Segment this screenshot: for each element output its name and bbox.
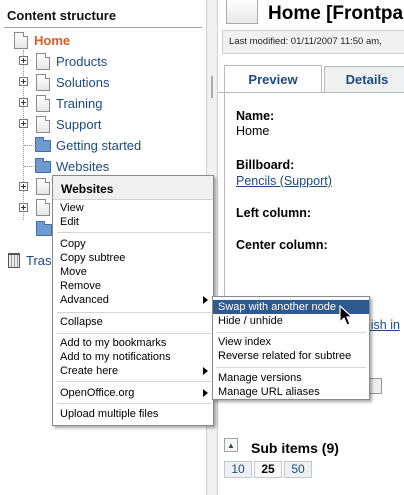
menu-item-label: OpenOffice.org <box>60 387 135 399</box>
page-icon <box>36 178 50 195</box>
billboard-link[interactable]: Pencils (Support) <box>236 174 332 188</box>
menu-separator <box>216 332 366 333</box>
menu-separator <box>57 312 211 313</box>
menu-item-remove[interactable]: Remove <box>53 279 213 293</box>
expand-icon[interactable] <box>19 56 28 65</box>
menu-item-manage-versions[interactable]: Manage versions <box>213 371 369 385</box>
menu-item-manage-url-aliases[interactable]: Manage URL aliases <box>213 385 369 399</box>
node-title: Home [Frontpag <box>268 3 404 24</box>
folder-icon <box>35 137 51 152</box>
menu-item-view[interactable]: View <box>53 201 213 215</box>
menu-item-reverse-related[interactable]: Reverse related for subtree <box>213 349 369 363</box>
tree-item-training[interactable]: Training <box>36 93 102 113</box>
center-column-label: Center column: <box>236 238 328 252</box>
tree-item-websites[interactable]: Websites <box>35 156 109 176</box>
submenu-arrow-icon <box>203 367 208 375</box>
context-menu: Websites View Edit Copy Copy subtree Mov… <box>52 175 214 426</box>
items-per-page-selector: 10 25 50 <box>224 461 314 478</box>
folder-icon <box>35 158 51 173</box>
tab-divider <box>218 92 404 93</box>
menu-item-label: Create here <box>60 365 119 377</box>
menu-separator <box>57 381 211 382</box>
tab-label: Preview <box>248 72 298 87</box>
page-icon <box>14 31 28 49</box>
expand-icon[interactable] <box>19 98 28 107</box>
node-view-panel: Home [Frontpag Last modified: 01/11/2007… <box>218 0 404 495</box>
menu-item-upload-multiple[interactable]: Upload multiple files <box>53 407 213 421</box>
tree-connector <box>24 166 34 167</box>
tab-preview[interactable]: Preview <box>224 65 322 93</box>
mouse-pointer-icon <box>339 305 354 326</box>
tree-item-solutions[interactable]: Solutions <box>36 72 109 92</box>
menu-item-copy[interactable]: Copy <box>53 237 213 251</box>
publish-link[interactable]: lish in <box>368 318 400 332</box>
splitter-grip-icon <box>211 76 213 98</box>
menu-item-edit[interactable]: Edit <box>53 215 213 229</box>
page-icon <box>36 199 50 216</box>
panel-title: Content structure <box>7 8 117 23</box>
tree-item-home[interactable]: Home <box>14 30 70 50</box>
tree-item-products[interactable]: Products <box>36 51 107 71</box>
trash-item[interactable]: Tras <box>8 253 52 268</box>
trash-icon <box>8 253 20 268</box>
submenu-arrow-icon <box>203 296 208 304</box>
tree-connector <box>23 50 24 220</box>
menu-item-add-bookmarks[interactable]: Add to my bookmarks <box>53 336 213 350</box>
last-modified: Last modified: 01/11/2007 11:50 am, <box>222 30 404 54</box>
tree-item-getting-started[interactable]: Getting started <box>35 135 141 155</box>
menu-item-move[interactable]: Move <box>53 265 213 279</box>
name-value: Home <box>236 124 270 138</box>
page-icon <box>36 115 50 133</box>
menu-item-openoffice[interactable]: OpenOffice.org <box>53 386 213 400</box>
tree-connector <box>24 145 34 146</box>
title-divider <box>4 27 202 28</box>
submenu-arrow-icon <box>203 389 208 397</box>
tree-item-label: Home <box>34 32 71 48</box>
tab-details[interactable]: Details <box>324 66 404 92</box>
page-icon <box>36 73 50 91</box>
tree-item-label: Websites <box>56 158 110 174</box>
context-menu-header: Websites <box>53 176 213 200</box>
menu-separator <box>216 367 366 368</box>
page-icon <box>36 94 50 112</box>
page-size-25[interactable]: 25 <box>254 461 282 478</box>
page-size-10[interactable]: 10 <box>224 461 252 478</box>
name-label: Name: <box>236 109 275 123</box>
collapse-sub-items-icon[interactable]: ▲ <box>224 438 238 452</box>
expand-icon[interactable] <box>19 77 28 86</box>
tree-item-label: Getting started <box>56 137 142 153</box>
trash-label: Tras <box>26 253 52 268</box>
menu-item-advanced[interactable]: Advanced <box>53 293 213 307</box>
menu-separator <box>57 403 211 404</box>
menu-item-collapse[interactable]: Collapse <box>53 315 213 329</box>
expand-icon[interactable] <box>19 203 28 212</box>
scroll-button[interactable] <box>368 378 382 394</box>
tab-label: Details <box>345 72 389 87</box>
sub-items-heading: Sub items (9) <box>251 440 339 456</box>
menu-item-label: Advanced <box>60 294 109 306</box>
expand-icon[interactable] <box>19 119 28 128</box>
page-icon <box>36 52 50 70</box>
expand-icon[interactable] <box>19 182 28 191</box>
menu-separator <box>57 232 211 233</box>
menu-item-copy-subtree[interactable]: Copy subtree <box>53 251 213 265</box>
menu-item-view-index[interactable]: View index <box>213 335 369 349</box>
tree-item-label: Support <box>56 116 102 132</box>
tree-item-label: Solutions <box>56 74 110 90</box>
billboard-label: Billboard: <box>236 158 295 172</box>
left-column-label: Left column: <box>236 206 311 220</box>
page-size-50[interactable]: 50 <box>284 461 312 478</box>
folder-icon <box>36 221 52 236</box>
tree-item-label: Training <box>56 95 103 111</box>
menu-separator <box>57 333 211 334</box>
menu-item-create-here[interactable]: Create here <box>53 364 213 378</box>
menu-item-add-notifications[interactable]: Add to my notifications <box>53 350 213 364</box>
tree-item-support[interactable]: Support <box>36 114 102 134</box>
tree-item-label: Products <box>56 53 108 69</box>
page-icon <box>226 0 258 24</box>
